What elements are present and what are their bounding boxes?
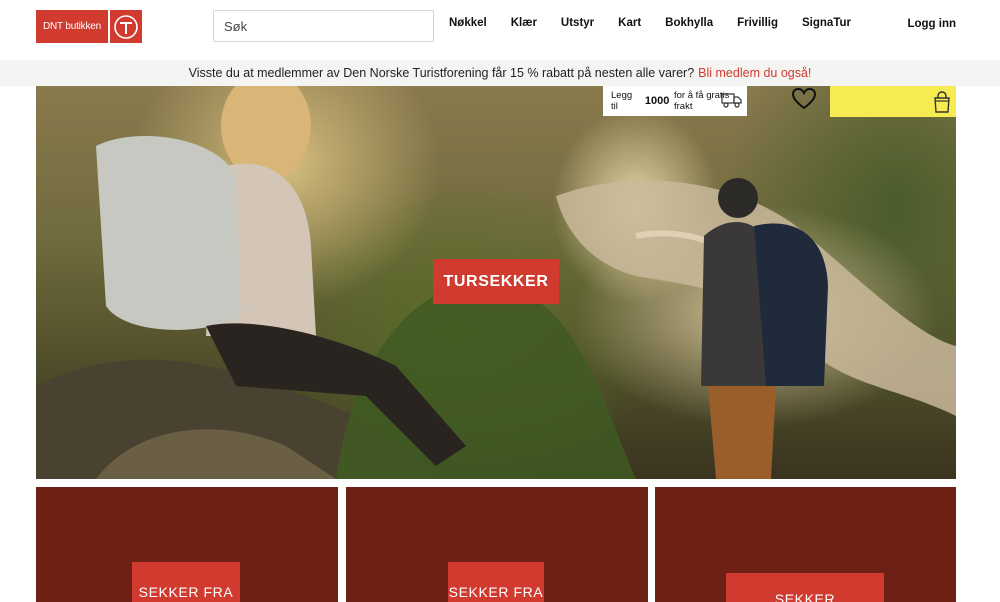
login-link[interactable]: Logg inn <box>907 18 956 30</box>
truck-icon <box>721 92 743 111</box>
hero-image: Legg til 1000 for å få gratis frakt TURS… <box>36 86 956 479</box>
nav-item-signatur[interactable]: SignaTur <box>802 17 851 29</box>
nav-item-bokhylla[interactable]: Bokhylla <box>665 17 713 29</box>
search-input[interactable] <box>213 10 434 42</box>
logo[interactable]: DNT butikken <box>36 10 142 43</box>
card-button[interactable]: SEKKER FRA <box>132 562 240 602</box>
shipping-prefix: Legg til <box>611 90 633 112</box>
card-button[interactable]: SEKKER FRA <box>448 562 544 602</box>
logo-text: DNT butikken <box>36 10 108 43</box>
dnt-badge-icon <box>110 10 142 43</box>
main-nav: Nøkkel Klær Utstyr Kart Bokhylla Frivill… <box>449 17 875 29</box>
nav-item-frivillig[interactable]: Frivillig <box>737 17 778 29</box>
free-shipping-notice: Legg til 1000 for å få gratis frakt <box>603 86 747 116</box>
site-header: DNT butikken Nøkkel Klær Utstyr Kart Bok… <box>0 0 1000 60</box>
member-banner: Visste du at medlemmer av Den Norske Tur… <box>0 60 1000 86</box>
nav-item-nokkel[interactable]: Nøkkel <box>449 17 487 29</box>
become-member-link[interactable]: Bli medlem du også! <box>698 66 811 80</box>
nav-item-klaer[interactable]: Klær <box>511 17 537 29</box>
tursekker-button[interactable]: TURSEKKER <box>433 259 559 304</box>
nav-item-utstyr[interactable]: Utstyr <box>561 17 594 29</box>
banner-text: Visste du at medlemmer av Den Norske Tur… <box>188 66 695 80</box>
card-button[interactable]: SEKKER <box>726 573 884 602</box>
category-card[interactable]: SEKKER FRA <box>36 487 338 602</box>
shipping-amount: 1000 <box>644 95 670 107</box>
category-card[interactable]: SEKKER FRA <box>346 487 648 602</box>
category-card[interactable]: SEKKER <box>655 487 956 602</box>
nav-item-kart[interactable]: Kart <box>618 17 641 29</box>
shopping-bag-icon <box>932 91 952 118</box>
cart-button[interactable] <box>830 86 956 117</box>
heart-icon[interactable] <box>790 86 818 112</box>
